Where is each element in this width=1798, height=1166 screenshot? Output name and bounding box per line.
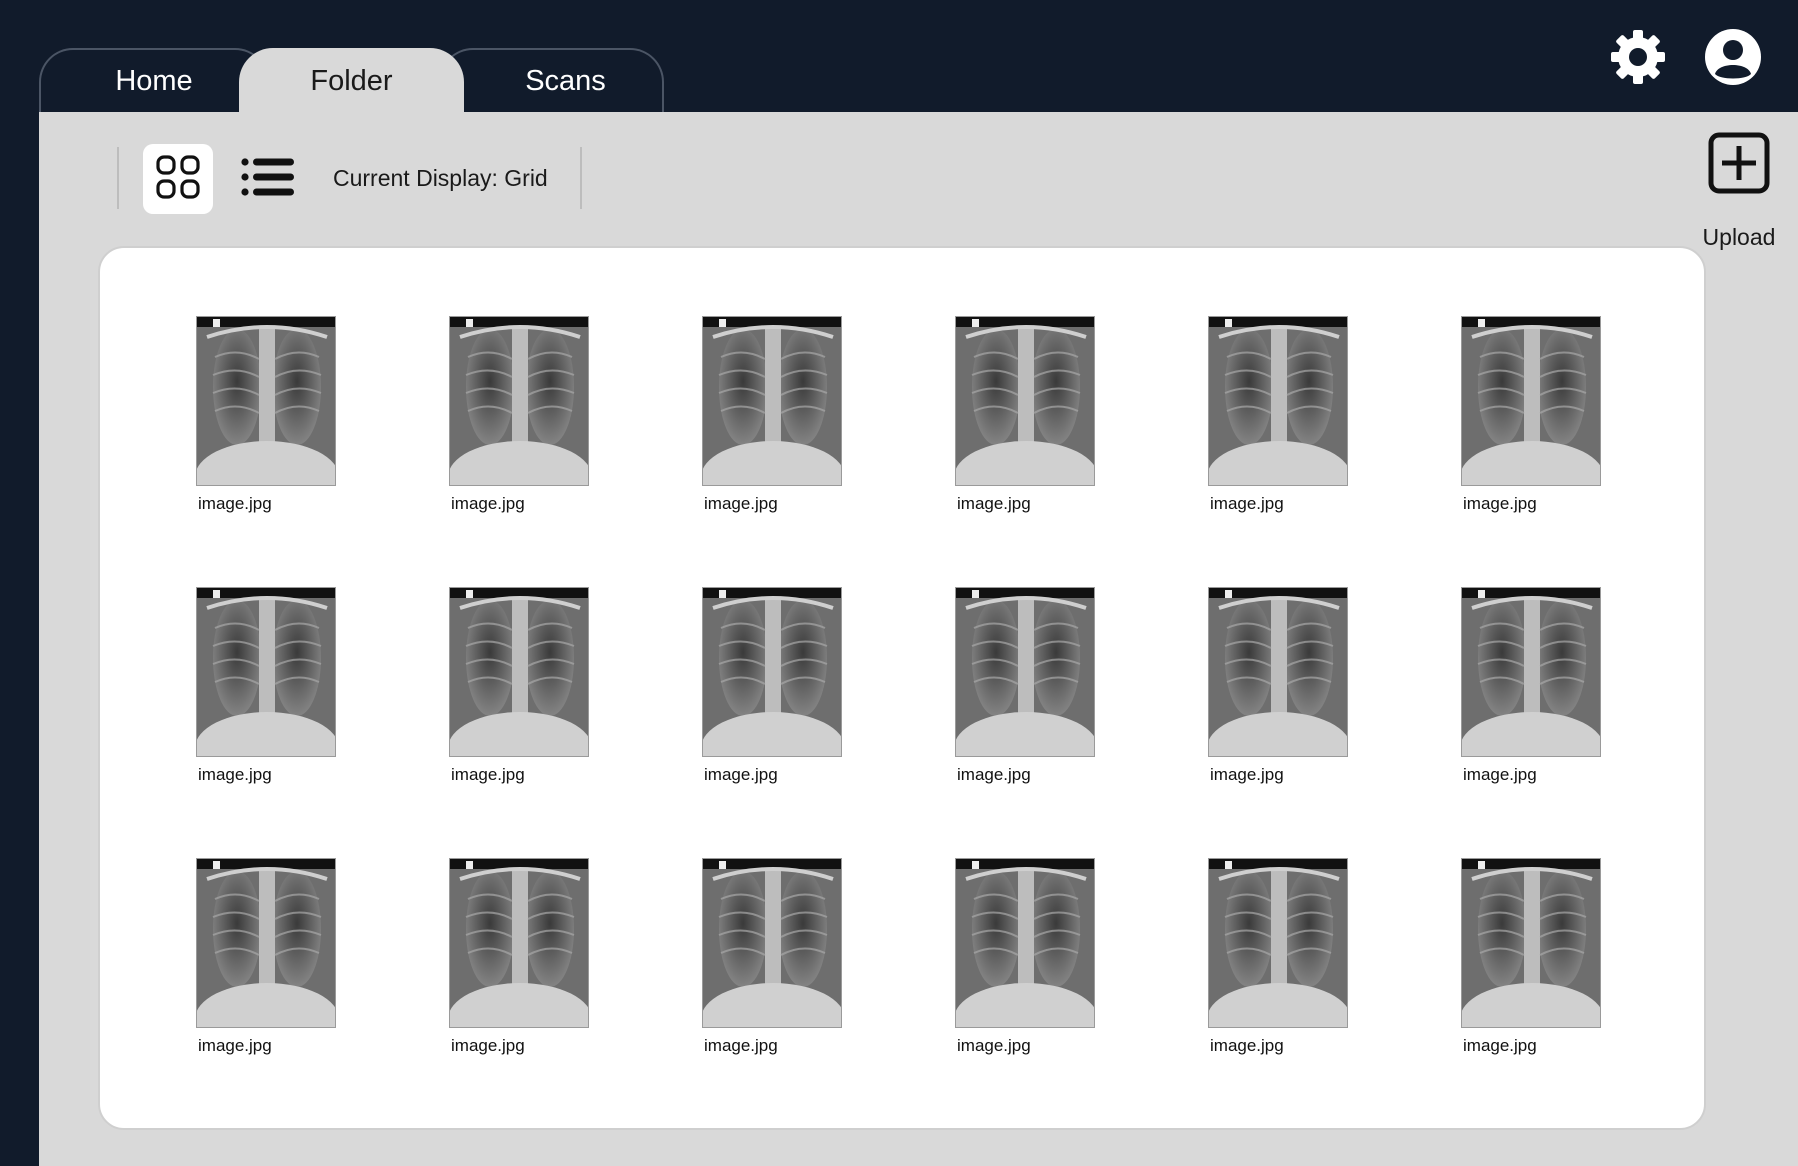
xray-thumbnail bbox=[1461, 858, 1601, 1028]
list-view-button[interactable] bbox=[233, 144, 303, 214]
file-item[interactable]: image.jpg bbox=[411, 316, 664, 587]
xray-thumbnail bbox=[1461, 316, 1601, 486]
file-name: image.jpg bbox=[198, 765, 272, 784]
file-name: image.jpg bbox=[1210, 765, 1284, 784]
file-item[interactable]: image.jpg bbox=[917, 316, 1170, 587]
file-grid: image.jpg image.jpg image.jpg image.jpg … bbox=[158, 316, 1638, 1129]
file-item[interactable]: image.jpg bbox=[1423, 587, 1676, 858]
xray-thumbnail bbox=[449, 316, 589, 486]
xray-thumbnail bbox=[1208, 858, 1348, 1028]
xray-thumbnail bbox=[196, 316, 336, 486]
file-name: image.jpg bbox=[957, 494, 1031, 513]
file-name: image.jpg bbox=[451, 1036, 525, 1055]
tab-scans[interactable]: Scans bbox=[439, 48, 664, 112]
file-item[interactable]: image.jpg bbox=[917, 587, 1170, 858]
file-item[interactable]: image.jpg bbox=[1170, 858, 1423, 1129]
file-item[interactable]: image.jpg bbox=[1423, 316, 1676, 587]
xray-thumbnail bbox=[955, 858, 1095, 1028]
file-name: image.jpg bbox=[957, 1036, 1031, 1055]
file-name: image.jpg bbox=[451, 765, 525, 784]
xray-thumbnail bbox=[702, 316, 842, 486]
file-item[interactable]: image.jpg bbox=[1170, 587, 1423, 858]
file-item[interactable]: image.jpg bbox=[917, 858, 1170, 1129]
file-name: image.jpg bbox=[1210, 494, 1284, 513]
xray-thumbnail bbox=[1208, 316, 1348, 486]
file-name: image.jpg bbox=[1463, 1036, 1537, 1055]
file-item[interactable]: image.jpg bbox=[664, 587, 917, 858]
tab-home[interactable]: Home bbox=[39, 48, 269, 112]
file-name: image.jpg bbox=[1210, 1036, 1284, 1055]
file-name: image.jpg bbox=[1463, 494, 1537, 513]
grid-view-button[interactable] bbox=[143, 144, 213, 214]
file-name: image.jpg bbox=[198, 1036, 272, 1055]
xray-thumbnail bbox=[702, 858, 842, 1028]
file-grid-card: image.jpg image.jpg image.jpg image.jpg … bbox=[98, 246, 1706, 1130]
file-item[interactable]: image.jpg bbox=[158, 587, 411, 858]
xray-thumbnail bbox=[1208, 587, 1348, 757]
tab-folder[interactable]: Folder bbox=[239, 48, 464, 112]
xray-thumbnail bbox=[196, 587, 336, 757]
xray-thumbnail bbox=[955, 316, 1095, 486]
folder-panel: Current Display: Grid Upload image.jpg i… bbox=[39, 112, 1798, 1166]
list-view-icon bbox=[241, 157, 295, 202]
file-name: image.jpg bbox=[704, 765, 778, 784]
file-item[interactable]: image.jpg bbox=[411, 858, 664, 1129]
xray-thumbnail bbox=[449, 587, 589, 757]
file-item[interactable]: image.jpg bbox=[158, 858, 411, 1129]
file-name: image.jpg bbox=[1463, 765, 1537, 784]
tab-home-label: Home bbox=[115, 64, 193, 97]
xray-thumbnail bbox=[955, 587, 1095, 757]
current-display-label: Current Display: Grid bbox=[333, 165, 548, 191]
file-item[interactable]: image.jpg bbox=[664, 316, 917, 587]
xray-thumbnail bbox=[702, 587, 842, 757]
toolbar-divider-left bbox=[117, 147, 119, 209]
tab-bar: Home Scans Folder bbox=[39, 48, 669, 112]
user-avatar-icon[interactable] bbox=[1700, 24, 1766, 90]
file-name: image.jpg bbox=[704, 494, 778, 513]
file-name: image.jpg bbox=[451, 494, 525, 513]
gear-icon[interactable] bbox=[1605, 24, 1671, 90]
upload-button[interactable]: Upload bbox=[1684, 132, 1794, 252]
file-item[interactable]: image.jpg bbox=[158, 316, 411, 587]
toolbar-divider-right bbox=[580, 147, 582, 209]
file-item[interactable]: image.jpg bbox=[1170, 316, 1423, 587]
file-name: image.jpg bbox=[704, 1036, 778, 1055]
app-window: Home Scans Folder Current Display: Grid … bbox=[0, 0, 1798, 1166]
upload-label: Upload bbox=[1702, 224, 1776, 250]
xray-thumbnail bbox=[1461, 587, 1601, 757]
file-name: image.jpg bbox=[957, 765, 1031, 784]
grid-view-icon bbox=[155, 154, 201, 205]
tab-scans-label: Scans bbox=[525, 64, 606, 97]
file-item[interactable]: image.jpg bbox=[411, 587, 664, 858]
file-name: image.jpg bbox=[198, 494, 272, 513]
tab-folder-label: Folder bbox=[310, 64, 393, 97]
xray-thumbnail bbox=[449, 858, 589, 1028]
xray-thumbnail bbox=[196, 858, 336, 1028]
file-item[interactable]: image.jpg bbox=[1423, 858, 1676, 1129]
file-item[interactable]: image.jpg bbox=[664, 858, 917, 1129]
